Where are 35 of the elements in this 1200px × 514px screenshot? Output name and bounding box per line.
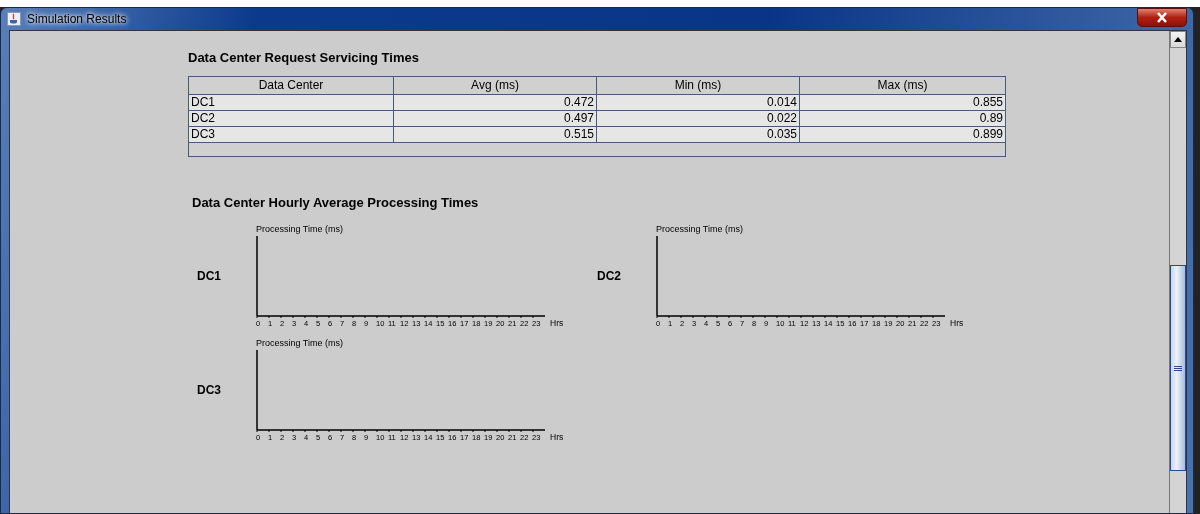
table-cell: 0.035 [597, 127, 800, 143]
x-axis-unit: Hrs [950, 318, 964, 328]
x-axis-unit: Hrs [550, 318, 564, 328]
column-header: Avg (ms) [394, 77, 597, 95]
column-header: Min (ms) [597, 77, 800, 95]
data-center-label: DC3 [196, 383, 222, 397]
table-cell: 0.497 [394, 111, 597, 127]
table-cell: 0.515 [394, 127, 597, 143]
table-cell: 0.89 [800, 111, 1005, 127]
section-title: Data Center Hourly Average Processing Times [192, 195, 480, 210]
table-cell: DC3 [189, 127, 394, 143]
column-header: Max (ms) [800, 77, 1005, 95]
close-icon [1156, 12, 1168, 23]
data-center-label: DC2 [596, 269, 622, 283]
up-arrow-icon [1174, 37, 1182, 42]
table-cell: DC2 [189, 111, 394, 127]
data-center-label: DC1 [196, 269, 222, 283]
x-axis-unit: Hrs [550, 432, 564, 442]
table-cell: 0.899 [800, 127, 1005, 143]
table-cell: 0.855 [800, 95, 1005, 111]
y-axis-title: Processing Time (ms) [656, 224, 745, 236]
scroll-thumb[interactable] [1170, 265, 1186, 471]
y-axis-title: Processing Time (ms) [256, 224, 345, 236]
section-title: Data Center Request Servicing Times [188, 50, 420, 65]
table-cell: 0.472 [394, 95, 597, 111]
y-axis-title: Processing Time (ms) [256, 338, 345, 350]
grip-icon [1174, 365, 1182, 371]
scroll-up-button[interactable] [1170, 31, 1186, 48]
close-button[interactable] [1137, 8, 1187, 27]
vertical-scrollbar[interactable] [1169, 31, 1186, 513]
table-cell: 0.022 [597, 111, 800, 127]
window-title: Simulation Results [27, 12, 127, 26]
table-cell: 0.014 [597, 95, 800, 111]
table-cell: DC1 [189, 95, 394, 111]
column-header: Data Center [189, 77, 394, 95]
